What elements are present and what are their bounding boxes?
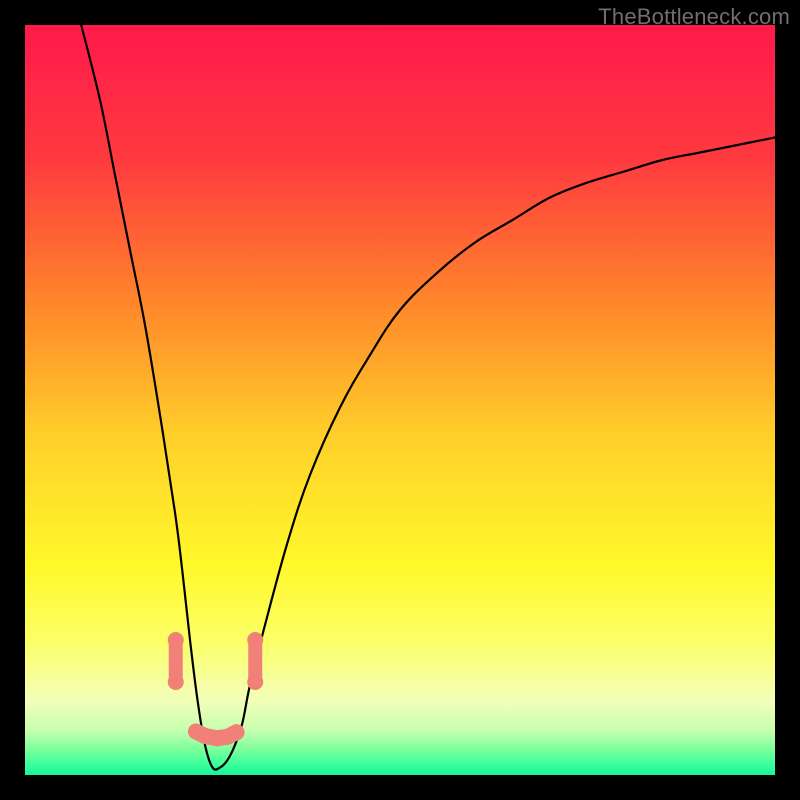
chart-background [25, 25, 775, 775]
chart-frame: TheBottleneck.com [0, 0, 800, 800]
marker-right-lower [247, 674, 263, 690]
marker-right-upper [247, 632, 263, 648]
marker-bend-5 [229, 724, 245, 740]
watermark-text: TheBottleneck.com [598, 4, 790, 30]
marker-left-lower [168, 674, 184, 690]
chart-plot-area [25, 25, 775, 775]
chart-svg [25, 25, 775, 775]
marker-left-upper [168, 632, 184, 648]
